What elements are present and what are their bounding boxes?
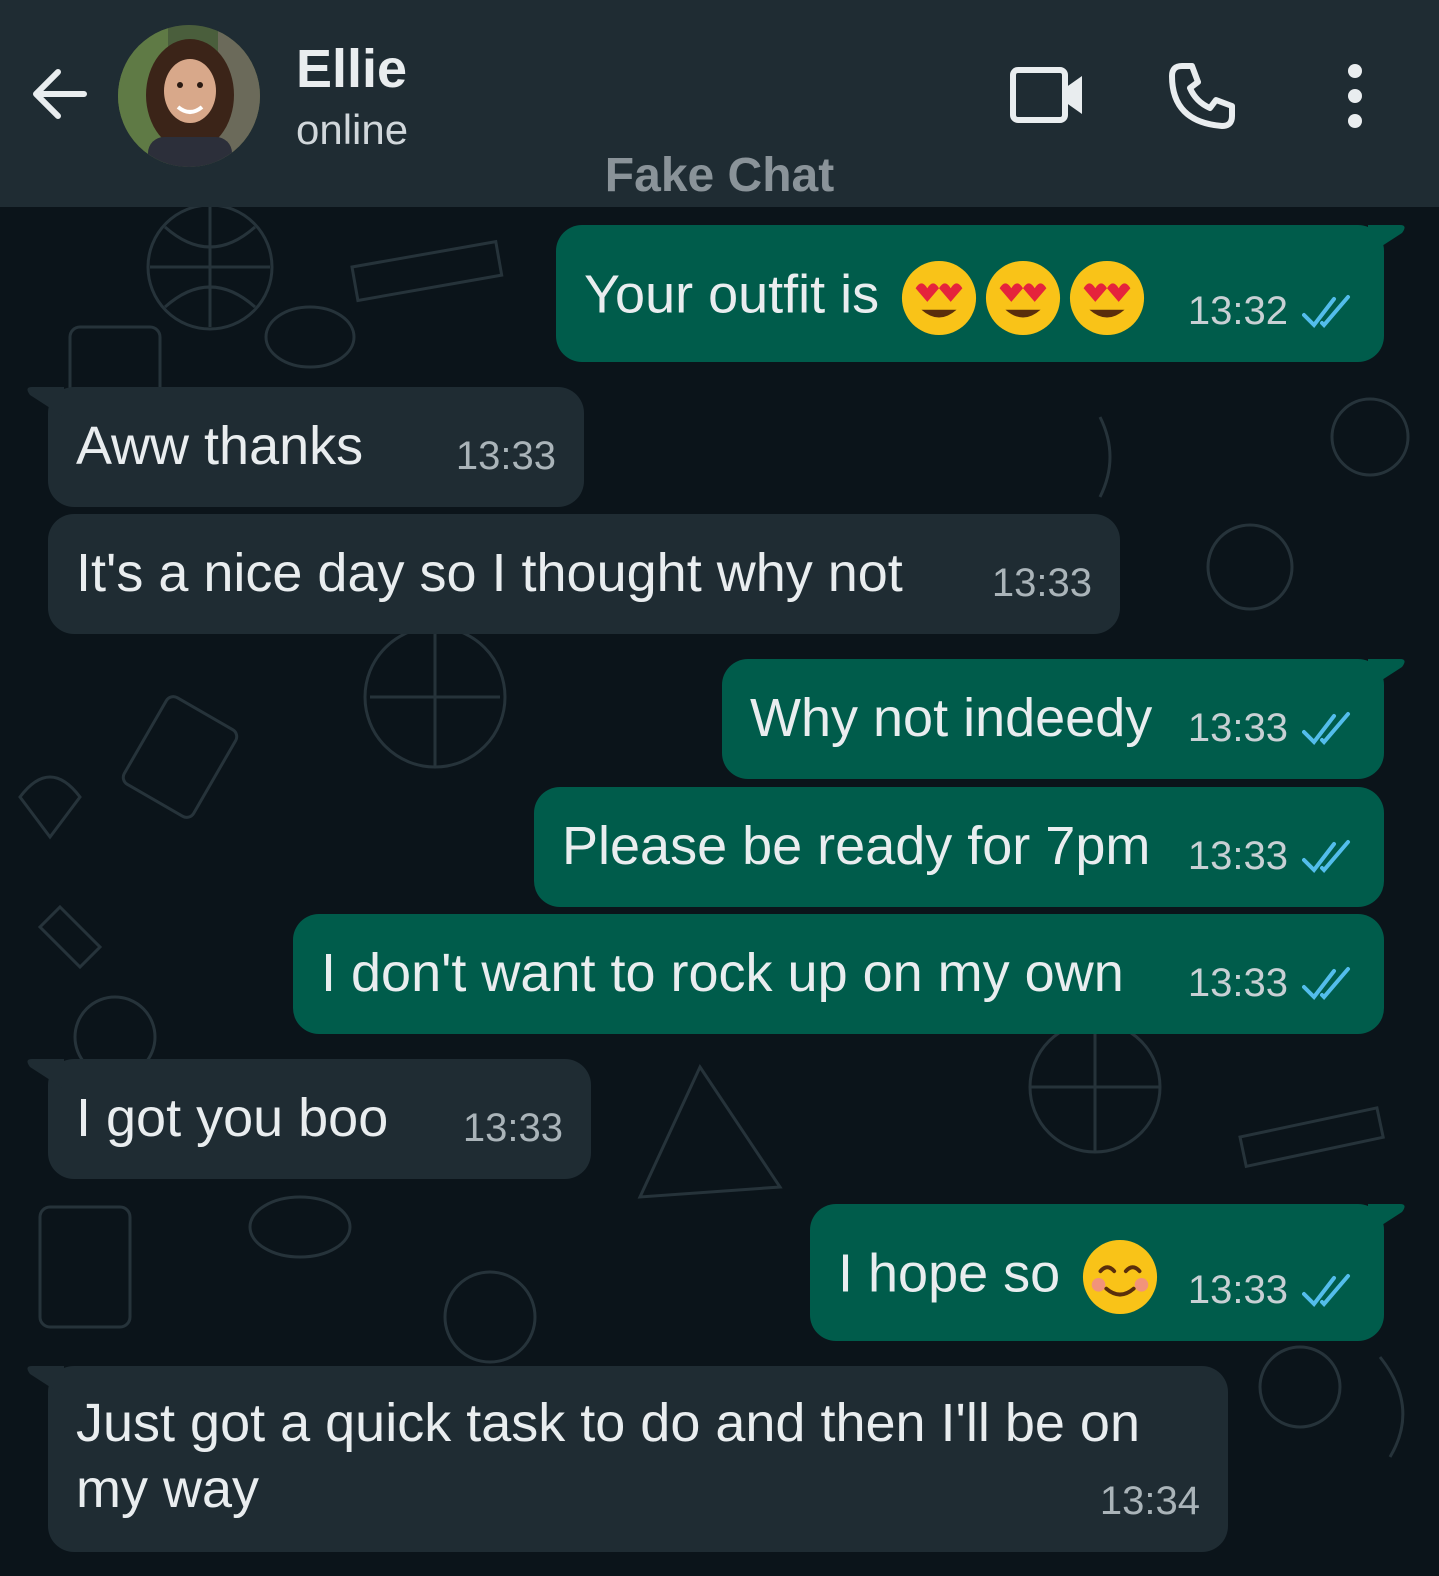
contact-photo — [118, 25, 260, 167]
message-incoming[interactable]: Aww thanks 13:33 — [27, 387, 584, 507]
phone-icon — [1169, 63, 1235, 129]
message-time: 13:33 — [455, 434, 556, 478]
message-meta: 13:33 — [1188, 823, 1356, 889]
avatar[interactable] — [118, 25, 260, 167]
message-time: 13:33 — [462, 1106, 563, 1150]
message-time: 13:33 — [1187, 706, 1288, 750]
video-camera-icon — [1010, 67, 1082, 123]
message-text: Your outfit is — [584, 264, 880, 325]
message-outgoing[interactable]: Your outfit is 13:32 — [556, 225, 1405, 362]
double-check-icon — [1302, 840, 1350, 874]
contact-name[interactable]: Ellie — [296, 38, 407, 100]
message-meta: 13:33 — [463, 1095, 563, 1161]
message-meta: 13:34 — [1100, 1468, 1200, 1534]
bubble-tail — [1368, 225, 1405, 255]
double-check-icon — [1302, 967, 1350, 1001]
message-text: I don't want to rock up on my own — [321, 943, 1124, 1003]
message-text: It's a nice day so I thought why not — [76, 543, 903, 603]
message-incoming[interactable]: I got you boo 13:33 — [27, 1059, 591, 1179]
video-call-button[interactable] — [1008, 62, 1088, 128]
message-meta: 13:33 — [456, 423, 556, 489]
smiling-face-emoji — [1083, 1239, 1158, 1315]
double-check-icon — [1302, 295, 1350, 329]
message-incoming[interactable]: It's a nice day so I thought why not 13:… — [48, 514, 1120, 634]
message-time: 13:33 — [991, 561, 1092, 605]
message-time: 13:33 — [1187, 1268, 1288, 1312]
bubble-tail — [27, 1366, 64, 1396]
bubble-tail — [27, 1059, 64, 1089]
message-time: 13:33 — [1187, 834, 1288, 878]
message-text: Why not indeedy — [750, 688, 1153, 748]
message-time: 13:32 — [1187, 289, 1288, 333]
message-meta: 13:33 — [992, 550, 1092, 616]
bubble-tail — [27, 387, 64, 417]
heart-eyes-emoji — [986, 260, 1061, 336]
heart-eyes-emoji — [902, 260, 977, 336]
chat-area[interactable]: Your outfit is 13:32 Aww thanks 13:33 It… — [0, 207, 1439, 1576]
message-meta: 13:33 — [1188, 950, 1356, 1016]
message-incoming[interactable]: Just got a quick task to do and then I'l… — [27, 1366, 1228, 1552]
heart-eyes-emoji — [1070, 260, 1145, 336]
message-meta: 13:33 — [1188, 1257, 1356, 1323]
back-button[interactable] — [28, 62, 92, 126]
more-options-button[interactable] — [1330, 62, 1380, 130]
message-outgoing[interactable]: Why not indeedy 13:33 — [722, 659, 1405, 779]
message-time: 13:33 — [1187, 961, 1288, 1005]
message-outgoing[interactable]: I don't want to rock up on my own 13:33 — [293, 914, 1384, 1034]
voice-call-button[interactable] — [1166, 60, 1238, 132]
double-check-icon — [1302, 712, 1350, 746]
bubble-tail — [1368, 659, 1405, 689]
contact-status: online — [296, 106, 409, 153]
message-meta: 13:33 — [1188, 695, 1356, 761]
message-text: Please be ready for 7pm — [562, 816, 1151, 876]
message-text: I got you boo — [76, 1088, 389, 1148]
message-text: Aww thanks — [76, 416, 364, 476]
message-meta: 13:32 — [1188, 278, 1356, 344]
message-outgoing[interactable]: Please be ready for 7pm 13:33 — [534, 787, 1384, 907]
chat-header: Ellie online Fake Chat — [0, 0, 1439, 207]
message-text: I hope so — [838, 1243, 1061, 1304]
more-vertical-icon — [1348, 64, 1362, 128]
message-text-line-2: my way — [76, 1459, 260, 1519]
double-check-icon — [1302, 1274, 1350, 1308]
message-text-line-1: Just got a quick task to do and then I'l… — [76, 1393, 1140, 1453]
watermark-label: Fake Chat — [604, 149, 835, 202]
message-time: 13:34 — [1099, 1479, 1200, 1523]
message-outgoing[interactable]: I hope so 13:33 — [810, 1204, 1405, 1341]
arrow-left-icon — [33, 69, 87, 119]
bubble-tail — [1368, 1204, 1405, 1234]
